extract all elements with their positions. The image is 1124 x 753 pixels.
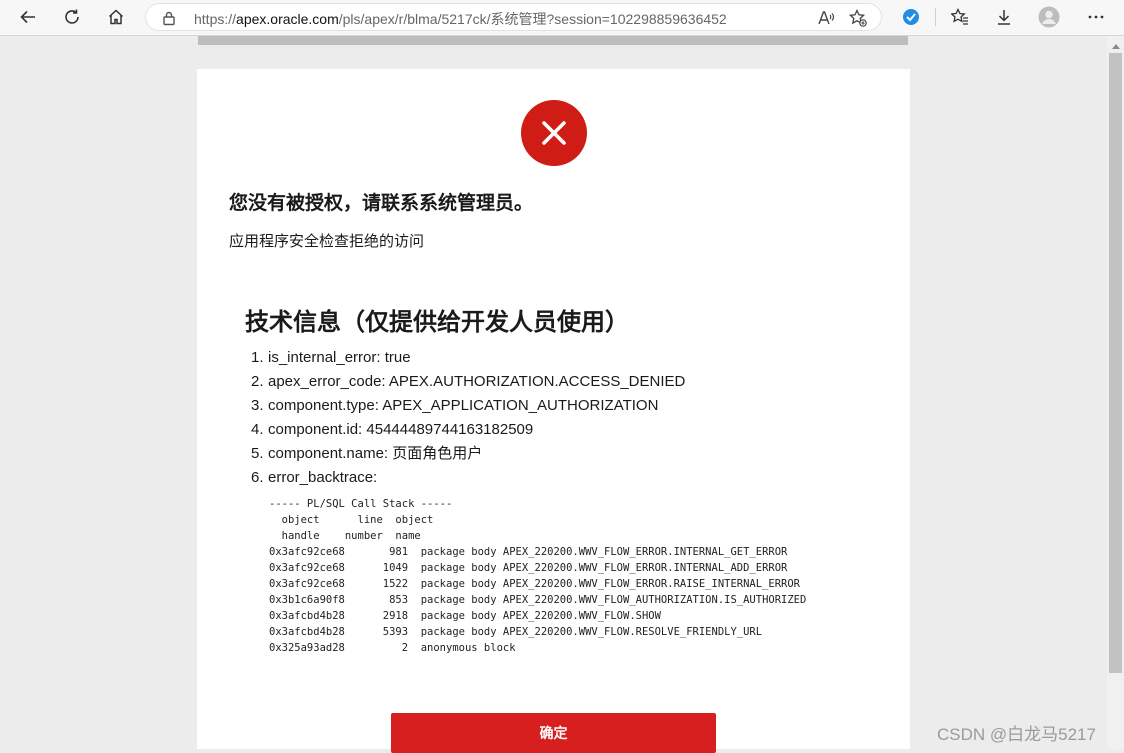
list-item-number: 5. xyxy=(251,445,264,462)
list-item-text: component.id: 45444489744163182509 xyxy=(268,421,534,438)
favorites-icon[interactable] xyxy=(946,4,974,30)
refresh-icon[interactable] xyxy=(58,4,86,30)
list-item: 2. apex_error_code: APEX.AUTHORIZATION.AC… xyxy=(251,370,685,394)
ok-button[interactable]: 确定 xyxy=(391,713,716,753)
error-title: 您没有被授权，请联系系统管理员。 xyxy=(229,193,534,214)
url-host: apex.oracle.com xyxy=(236,11,339,27)
list-item: 1. is_internal_error: true xyxy=(251,346,685,370)
list-item-text: apex_error_code: APEX.AUTHORIZATION.ACCE… xyxy=(268,373,686,390)
url-path: /pls/apex/r/blma/5217ck/系统管理?session=102… xyxy=(338,11,727,27)
scroll-up-arrow-icon[interactable] xyxy=(1112,44,1120,49)
call-stack-block: ----- PL/SQL Call Stack ----- object lin… xyxy=(269,498,807,654)
list-item-number: 1. xyxy=(251,349,264,366)
download-icon[interactable] xyxy=(990,4,1018,30)
more-icon[interactable] xyxy=(1082,4,1110,30)
toolbar-divider xyxy=(935,8,936,26)
scrollbar[interactable] xyxy=(1107,36,1124,749)
list-item: 6. error_backtrace: xyxy=(251,466,685,490)
watermark-text: CSDN @白龙马5217 xyxy=(937,725,1096,744)
url-prefix: https:// xyxy=(194,11,237,27)
back-arrow-icon[interactable] xyxy=(14,4,42,30)
extension-icon[interactable] xyxy=(897,4,925,30)
lock-icon[interactable] xyxy=(162,10,176,31)
browser-toolbar: https://apex.oracle.com/pls/apex/r/blma/… xyxy=(0,0,1124,36)
list-item-text: component.type: APEX_APPLICATION_AUTHORI… xyxy=(268,397,659,414)
read-aloud-icon[interactable] xyxy=(817,9,835,32)
home-icon[interactable] xyxy=(102,4,130,30)
error-icon xyxy=(521,100,587,166)
list-item: 3. component.type: APEX_APPLICATION_AUTHO… xyxy=(251,394,685,418)
list-item-text: component.name: 页面角色用户 xyxy=(268,445,483,462)
list-item-number: 4. xyxy=(251,421,264,438)
list-item: 5. component.name: 页面角色用户 xyxy=(251,442,685,466)
list-item-number: 3. xyxy=(251,397,264,414)
scroll-thumb[interactable] xyxy=(1109,53,1122,673)
list-item-text: error_backtrace: xyxy=(268,469,378,486)
error-dialog: 您没有被授权，请联系系统管理员。 应用程序安全检查拒绝的访问 技术信息（仅提供给… xyxy=(197,69,910,753)
list-item-number: 2. xyxy=(251,373,264,390)
technical-info-heading: 技术信息（仅提供给开发人员使用） xyxy=(245,309,629,336)
error-subtitle: 应用程序安全检查拒绝的访问 xyxy=(229,233,425,250)
list-item: 4. component.id: 45444489744163182509 xyxy=(251,418,685,442)
list-item-text: is_internal_error: true xyxy=(268,349,411,366)
url-text: https://apex.oracle.com/pls/apex/r/blma/… xyxy=(194,9,727,29)
technical-info-list: 1. is_internal_error: true 2. apex_error_c… xyxy=(251,346,685,490)
profile-avatar-icon[interactable] xyxy=(1035,4,1063,30)
add-favorite-icon[interactable] xyxy=(848,8,867,32)
list-item-number: 6. xyxy=(251,469,264,486)
address-bar[interactable]: https://apex.oracle.com/pls/apex/r/blma/… xyxy=(145,3,882,31)
background-page-strip xyxy=(198,36,908,45)
